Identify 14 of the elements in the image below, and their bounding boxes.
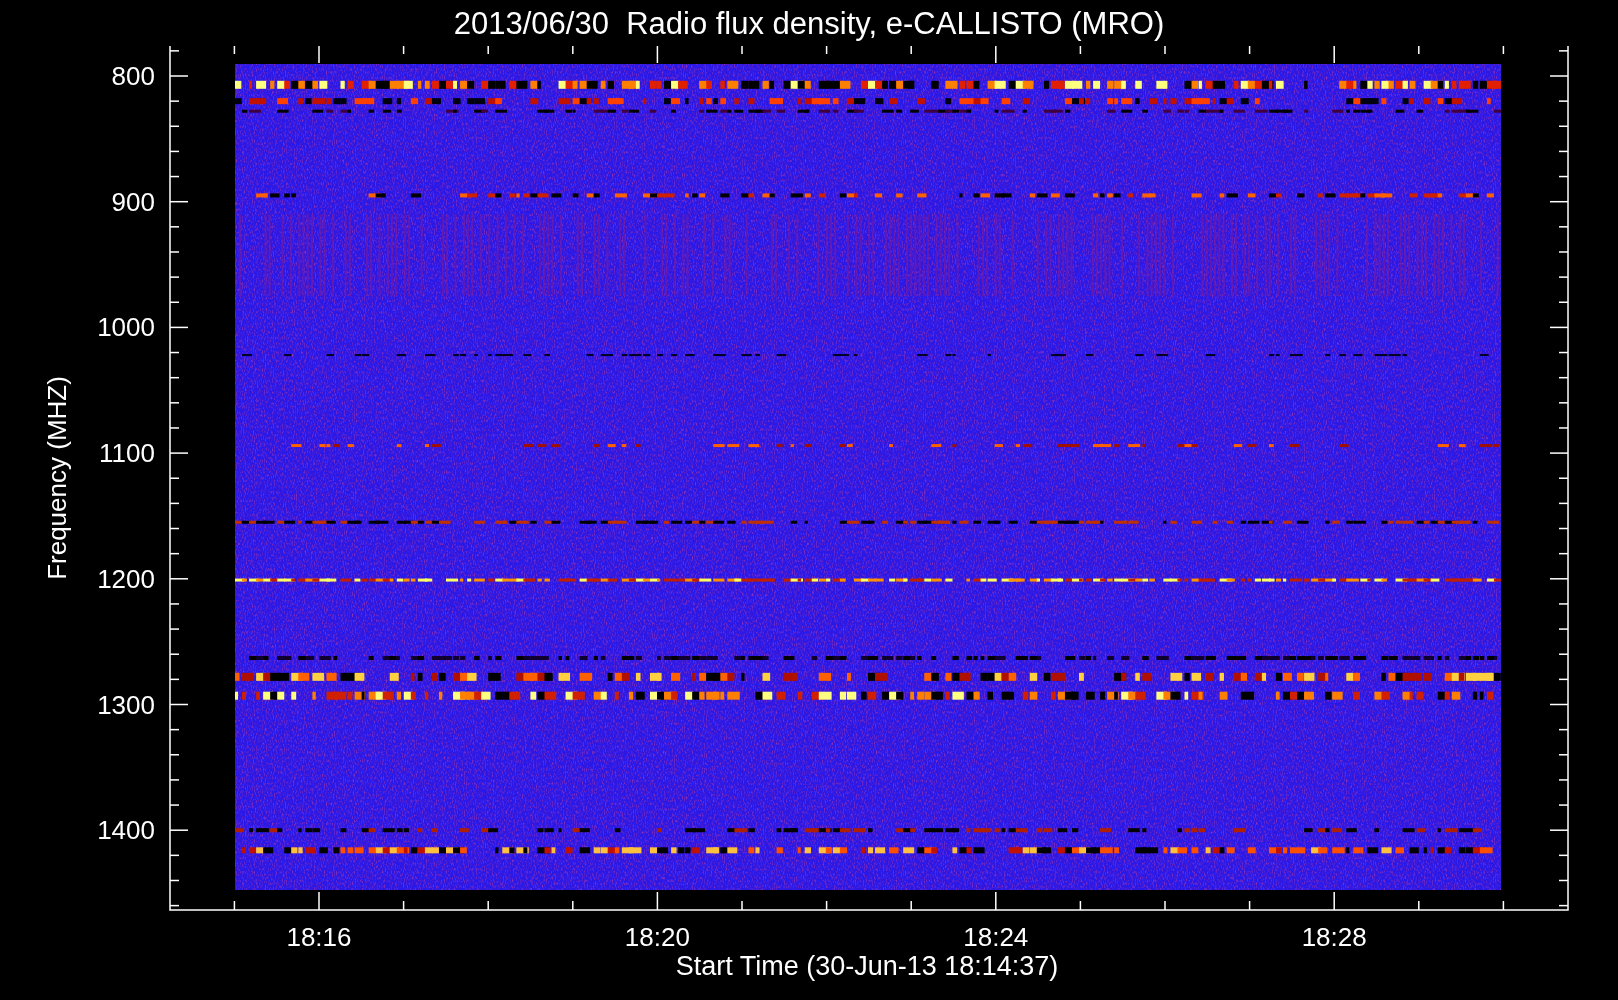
- y-tick-label: 1000: [97, 312, 155, 343]
- plot-title: 2013/06/30 Radio flux density, e-CALLISTO (MRO): [453, 7, 1165, 39]
- y-tick-label: 800: [111, 61, 155, 91]
- y-tick-label: 1400: [97, 815, 155, 846]
- y-tick-label: 1200: [97, 563, 155, 594]
- x-tick-label: 18:24: [963, 922, 1029, 952]
- x-tick-label: 18:28: [1301, 922, 1367, 952]
- y-tick-label: 900: [111, 186, 155, 217]
- x-tick-label: 18:16: [286, 922, 352, 952]
- y-tick-label: 1100: [99, 438, 155, 469]
- y-tick-label: 1300: [97, 689, 155, 720]
- x-axis-label: Start Time (30-Jun-13 18:14:37): [675, 951, 1059, 981]
- x-tick-label: 18:20: [624, 922, 690, 952]
- y-axis-label: Frequency (MHZ): [42, 376, 72, 580]
